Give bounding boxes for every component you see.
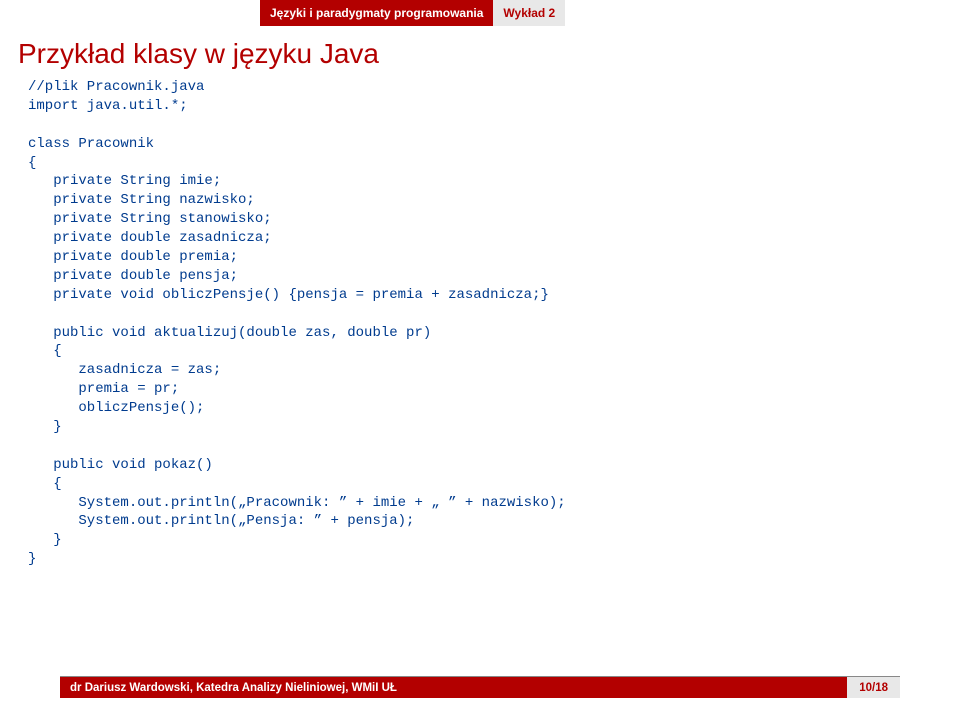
- code-block: //plik Pracownik.java import java.util.*…: [28, 78, 960, 569]
- code-line: private void obliczPensje() {pensja = pr…: [28, 287, 549, 303]
- code-line: System.out.println(„Pracownik: ” + imie …: [28, 495, 566, 511]
- code-line: public void pokaz(): [28, 457, 213, 473]
- footer-page-number: 10/18: [847, 676, 900, 698]
- code-line: private double pensja;: [28, 268, 238, 284]
- code-line: import java.util.*;: [28, 98, 188, 114]
- code-line: private double zasadnicza;: [28, 230, 272, 246]
- code-line: public void aktualizuj(double zas, doubl…: [28, 325, 431, 341]
- code-line: }: [28, 551, 36, 567]
- code-line: }: [28, 419, 62, 435]
- code-line: private double premia;: [28, 249, 238, 265]
- code-line: private String imie;: [28, 173, 221, 189]
- code-line: obliczPensje();: [28, 400, 204, 416]
- header-lecture: Wykład 2: [493, 0, 565, 26]
- code-line: {: [28, 476, 62, 492]
- header-bar: Języki i paradygmaty programowania Wykła…: [260, 0, 960, 26]
- code-line: premia = pr;: [28, 381, 179, 397]
- code-line: {: [28, 343, 62, 359]
- code-line: class Pracownik: [28, 136, 154, 152]
- code-line: {: [28, 155, 36, 171]
- code-line: //plik Pracownik.java: [28, 79, 204, 95]
- footer-author: dr Dariusz Wardowski, Katedra Analizy Ni…: [60, 676, 847, 698]
- slide-title: Przykład klasy w języku Java: [18, 38, 960, 70]
- code-line: private String nazwisko;: [28, 192, 255, 208]
- code-line: }: [28, 532, 62, 548]
- code-line: System.out.println(„Pensja: ” + pensja);: [28, 513, 414, 529]
- code-line: private String stanowisko;: [28, 211, 272, 227]
- code-line: zasadnicza = zas;: [28, 362, 221, 378]
- slide-page: Języki i paradygmaty programowania Wykła…: [0, 0, 960, 720]
- footer-bar: dr Dariusz Wardowski, Katedra Analizy Ni…: [0, 676, 960, 698]
- header-course: Języki i paradygmaty programowania: [260, 0, 493, 26]
